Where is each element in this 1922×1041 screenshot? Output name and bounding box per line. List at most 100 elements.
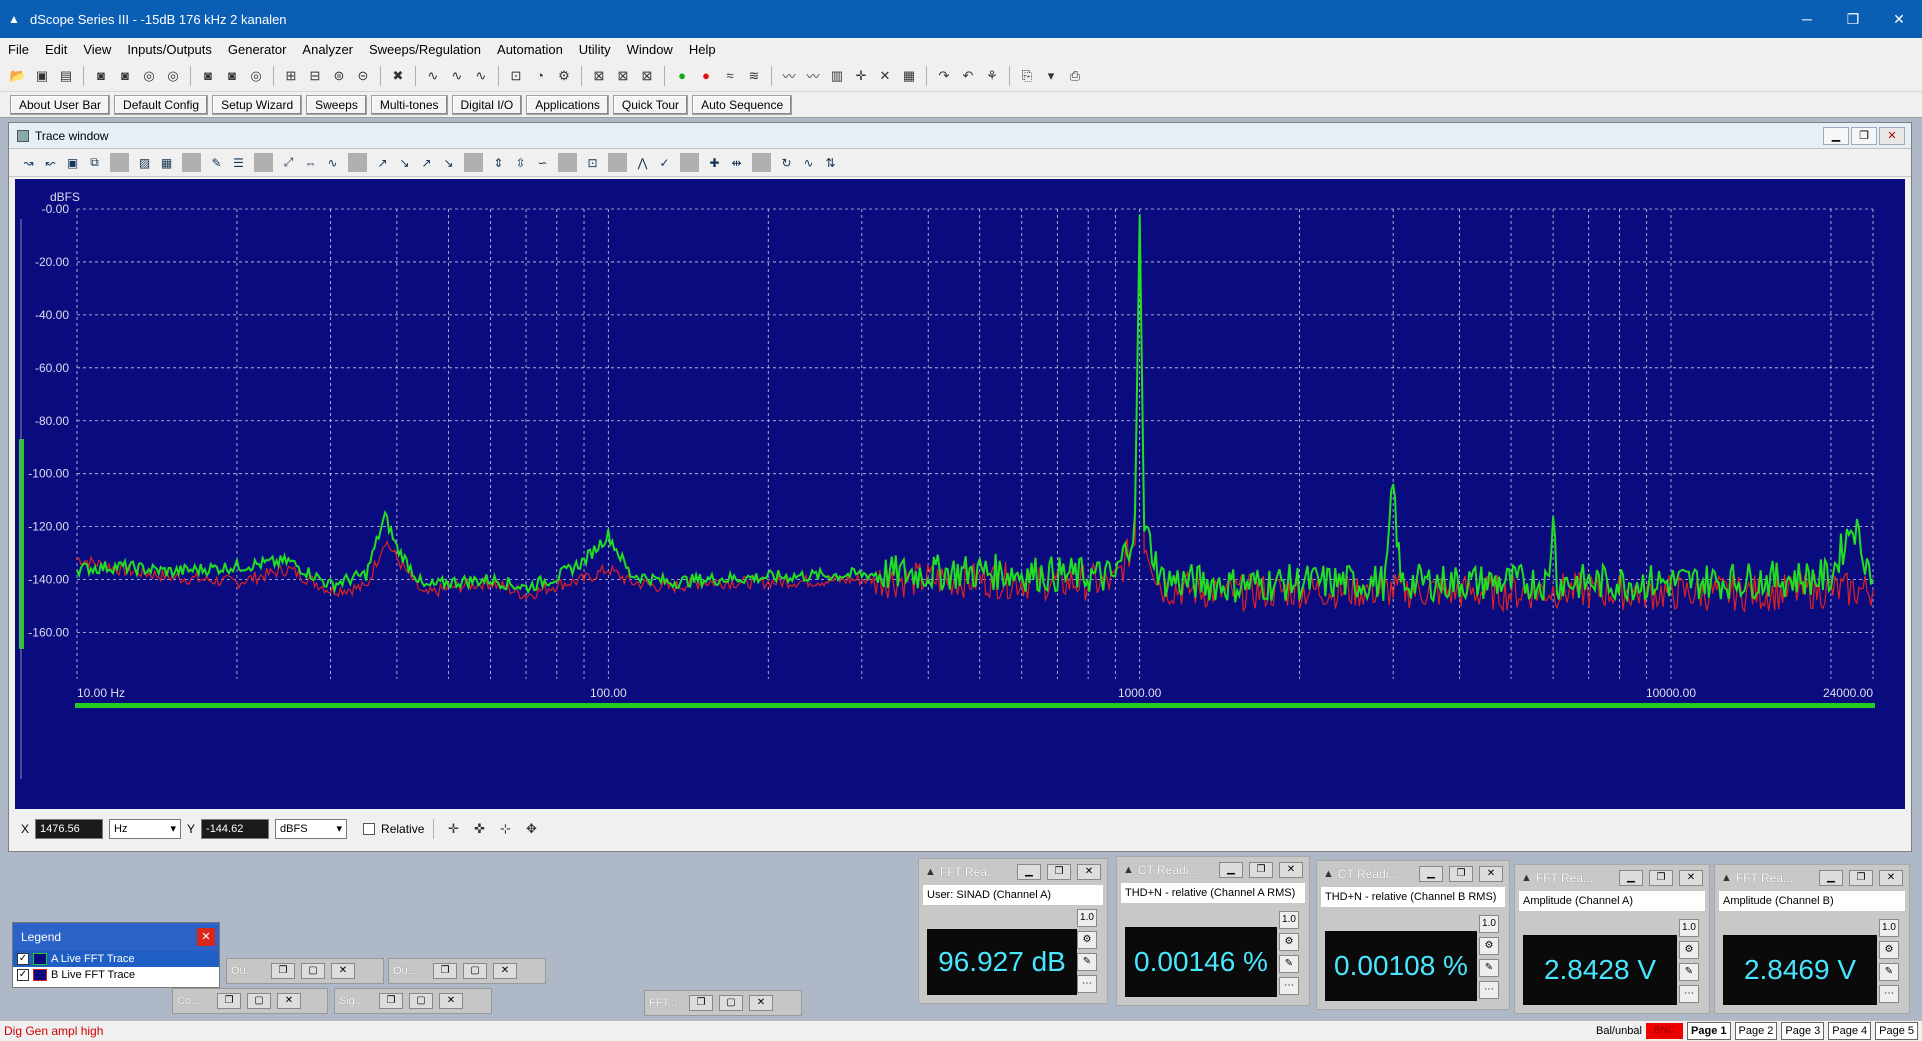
display-icon[interactable]: ▦ <box>899 66 919 86</box>
close-icon[interactable]: ✕ <box>749 995 773 1011</box>
readout-header[interactable]: ▲ FFT Rea... ▁ ❐ ✕ <box>919 859 1107 885</box>
channel-c-icon[interactable]: ⊠ <box>637 66 657 86</box>
page-4-tab[interactable]: Page 4 <box>1828 1022 1872 1040</box>
autoscale-icon[interactable]: ⊡ <box>583 153 602 172</box>
readout-restore-button[interactable]: ❐ <box>1047 864 1071 880</box>
table-icon[interactable]: ☰ <box>229 153 248 172</box>
move-icon[interactable]: ⇹ <box>727 153 746 172</box>
crosshair-icon[interactable]: ✚ <box>705 153 724 172</box>
close-button[interactable]: ✕ <box>1876 0 1922 38</box>
readout-edit-icon[interactable]: ✎ <box>1077 953 1097 971</box>
gear-icon[interactable]: ⚙ <box>554 66 574 86</box>
edit-graph-icon[interactable]: ✎ <box>207 153 226 172</box>
marker-2-icon[interactable]: ↘ <box>395 153 414 172</box>
minimized-signal[interactable]: Sig... ❐ ▢ ✕ <box>334 988 492 1014</box>
close-icon[interactable]: ✕ <box>331 963 355 979</box>
refresh-icon[interactable]: ↻ <box>777 153 796 172</box>
cursor-move-icon[interactable]: ✛ <box>443 819 463 839</box>
smooth-icon[interactable]: ∽ <box>533 153 552 172</box>
applications-button[interactable]: Applications <box>526 94 609 115</box>
cursor-icon[interactable]: ✛ <box>851 66 871 86</box>
trace-window-titlebar[interactable]: Trace window ▁ ❐ ✕ <box>9 123 1911 149</box>
readout-digits-icon[interactable]: 1.0 <box>1679 919 1699 937</box>
open-icon[interactable]: 📂 <box>8 66 28 86</box>
wave-stop-icon[interactable]: ∿ <box>447 66 467 86</box>
scale-icon[interactable]: ⇕ <box>489 153 508 172</box>
readout-close-button[interactable]: ✕ <box>1479 866 1503 882</box>
output-c-icon[interactable]: ◎ <box>139 66 159 86</box>
readout-minimize-button[interactable]: ▁ <box>1419 866 1443 882</box>
graph-icon[interactable]: ▨ <box>135 153 154 172</box>
bar-chart-icon[interactable]: ▥ <box>827 66 847 86</box>
readout-digits-icon[interactable]: 1.0 <box>1279 911 1299 929</box>
readout-close-button[interactable]: ✕ <box>1279 862 1303 878</box>
arrow-left-icon[interactable]: ↶ <box>958 66 978 86</box>
legend-checkbox[interactable]: ✓ <box>17 969 29 981</box>
save-icon[interactable]: ▣ <box>32 66 52 86</box>
readout-minimize-button[interactable]: ▁ <box>1819 870 1843 886</box>
network-icon[interactable]: ⚘ <box>982 66 1002 86</box>
close-icon[interactable]: ✕ <box>439 993 463 1009</box>
maximize-icon[interactable]: ▢ <box>301 963 325 979</box>
meter-icon[interactable]: ◔ <box>530 66 550 86</box>
setup-wizard-button[interactable]: Setup Wizard <box>212 94 303 115</box>
trace-minimize-button[interactable]: ▁ <box>1823 127 1849 145</box>
menu-automation[interactable]: Automation <box>489 42 571 57</box>
readout-restore-button[interactable]: ❐ <box>1249 862 1273 878</box>
output-b-icon[interactable]: ◙ <box>115 66 135 86</box>
readout-settings-icon[interactable]: ⚙ <box>1479 937 1499 955</box>
y-unit-select[interactable]: dBFS ▾ <box>275 819 348 839</box>
filter-icon[interactable]: ⊜ <box>329 66 349 86</box>
input-b-icon[interactable]: ◙ <box>222 66 242 86</box>
filter-alt-icon[interactable]: ⊝ <box>353 66 373 86</box>
auto-sequence-button[interactable]: Auto Sequence <box>692 94 793 115</box>
compare-icon[interactable]: ⇅ <box>821 153 840 172</box>
scope-icon[interactable]: ⊡ <box>506 66 526 86</box>
readout-restore-button[interactable]: ❐ <box>1649 870 1673 886</box>
default-config-button[interactable]: Default Config <box>114 94 209 115</box>
readout-minimize-button[interactable]: ▁ <box>1619 870 1643 886</box>
about-user-bar-button[interactable]: About User Bar <box>10 94 111 115</box>
readout-close-button[interactable]: ✕ <box>1077 864 1101 880</box>
readout-minimize-button[interactable]: ▁ <box>1219 862 1243 878</box>
readout-edit-icon[interactable]: ✎ <box>1879 963 1899 981</box>
input-a-icon[interactable]: ◙ <box>198 66 218 86</box>
marker-3-icon[interactable]: ↗ <box>417 153 436 172</box>
restore-icon[interactable]: ❐ <box>379 993 403 1009</box>
cursor-next-icon[interactable]: ⊹ <box>495 819 515 839</box>
maximize-icon[interactable]: ▢ <box>719 995 743 1011</box>
readout-minimize-button[interactable]: ▁ <box>1017 864 1041 880</box>
minimized-config[interactable]: Co... ❐ ▢ ✕ <box>172 988 328 1014</box>
readout-settings-icon[interactable]: ⚙ <box>1279 933 1299 951</box>
fft-chart[interactable]: -0.00 -20.00 -40.00 -60.00 -80.00 -100.00 -120… <box>15 179 1905 809</box>
readout-more-icon[interactable]: ⋯ <box>1077 975 1097 993</box>
peak-icon[interactable]: ⋀ <box>633 153 652 172</box>
readout-digits-icon[interactable]: 1.0 <box>1077 909 1097 927</box>
page-1-tab[interactable]: Page 1 <box>1687 1022 1731 1040</box>
menu-window[interactable]: Window <box>619 42 681 57</box>
relative-checkbox[interactable] <box>363 823 376 835</box>
save-as-icon[interactable]: ▤ <box>56 66 76 86</box>
run-icon[interactable]: ● <box>672 66 692 86</box>
print-icon[interactable]: ⎙ <box>1065 66 1085 86</box>
page-5-tab[interactable]: Page 5 <box>1875 1022 1918 1040</box>
menu-analyzer[interactable]: Analyzer <box>294 42 361 57</box>
cursor-lock-icon[interactable]: ✥ <box>521 819 541 839</box>
minimized-output-1[interactable]: Ou... ❐ ▢ ✕ <box>226 958 384 984</box>
wave-off-icon[interactable]: ∿ <box>471 66 491 86</box>
readout-header[interactable]: ▲ CT Readi... ▁ ❐ ✕ <box>1117 857 1309 883</box>
cursor-x-icon[interactable]: ✕ <box>875 66 895 86</box>
in-out-icon[interactable]: ⊟ <box>305 66 325 86</box>
sweep-icon[interactable]: ≈ <box>720 66 740 86</box>
record-icon[interactable]: ● <box>696 66 716 86</box>
trace-save-icon[interactable]: ▣ <box>63 153 82 172</box>
minimized-output-2[interactable]: Ou... ❐ ▢ ✕ <box>388 958 546 984</box>
input-c-icon[interactable]: ◎ <box>246 66 266 86</box>
readout-more-icon[interactable]: ⋯ <box>1279 977 1299 995</box>
readout-header[interactable]: ▲ FFT Rea... ▁ ❐ ✕ <box>1715 865 1909 891</box>
output-d-icon[interactable]: ◎ <box>163 66 183 86</box>
scale-alt-icon[interactable]: ⇳ <box>511 153 530 172</box>
trace-1-icon[interactable]: 〰 <box>779 66 799 86</box>
readout-settings-icon[interactable]: ⚙ <box>1679 941 1699 959</box>
readout-edit-icon[interactable]: ✎ <box>1479 959 1499 977</box>
